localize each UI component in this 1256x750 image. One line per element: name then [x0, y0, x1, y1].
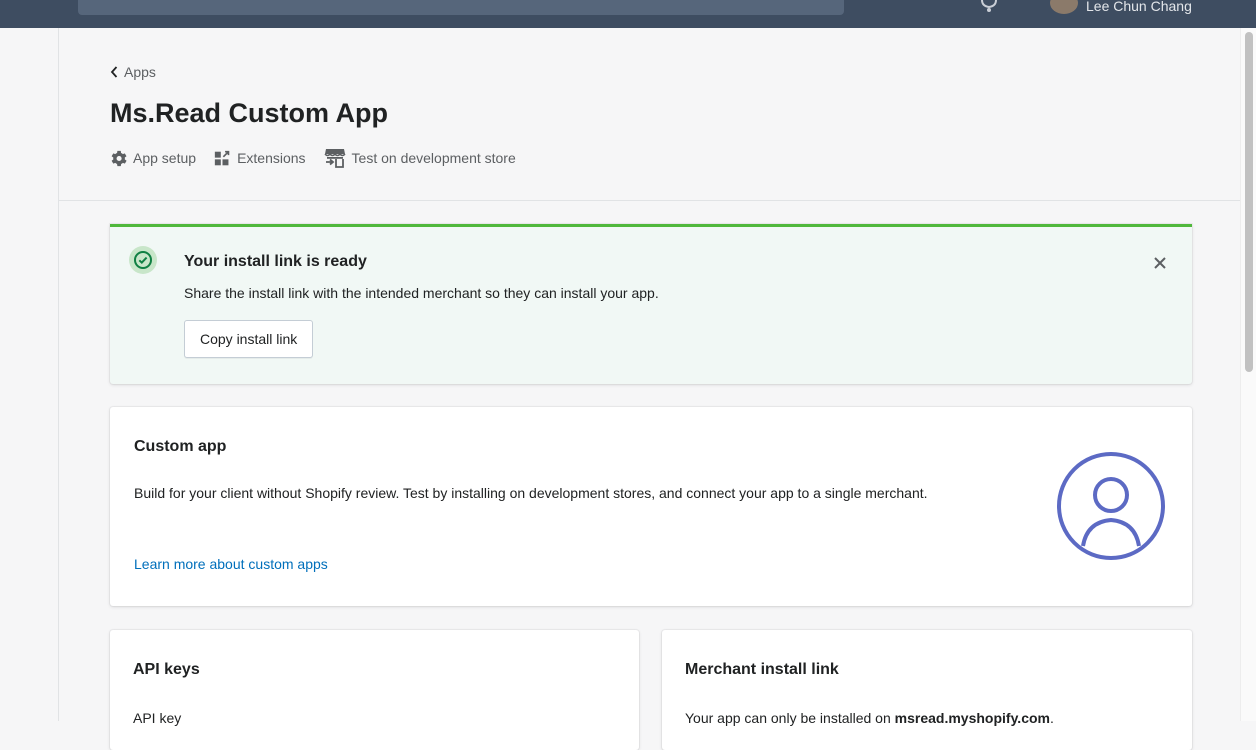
app-setup-label: App setup: [133, 150, 197, 166]
search-bar[interactable]: [78, 0, 844, 15]
header-actions: App setup Extensions Test on development…: [110, 148, 516, 168]
scrollbar-thumb[interactable]: [1245, 32, 1253, 372]
api-keys-card: API keys API key: [110, 630, 639, 750]
custom-app-title: Custom app: [134, 438, 227, 455]
api-keys-title: API keys: [133, 661, 200, 678]
top-bar: Lee Chun Chang: [0, 0, 1256, 28]
custom-app-card: Custom app Build for your client without…: [110, 407, 1192, 606]
left-rail: [0, 28, 59, 721]
learn-more-custom-apps-link[interactable]: Learn more about custom apps: [134, 556, 328, 572]
banner-message: Share the install link with the intended…: [184, 285, 659, 301]
success-banner: Your install link is ready Share the ins…: [110, 224, 1192, 384]
store-domain: msread.myshopify.com: [894, 710, 1050, 726]
user-name[interactable]: Lee Chun Chang: [1086, 0, 1192, 14]
banner-title: Your install link is ready: [184, 253, 367, 270]
close-icon[interactable]: [1150, 253, 1170, 273]
extensions-action[interactable]: Extensions: [214, 150, 306, 167]
breadcrumb-label[interactable]: Apps: [124, 64, 156, 80]
chevron-left-icon: [110, 66, 118, 78]
page-title: Ms.Read Custom App: [110, 98, 389, 128]
avatar[interactable]: [1050, 0, 1078, 14]
custom-app-description: Build for your client without Shopify re…: [134, 485, 928, 501]
gear-icon: [111, 150, 127, 166]
store-icon: [323, 149, 346, 168]
app-setup-action[interactable]: App setup: [110, 150, 196, 167]
extensions-icon: [214, 150, 230, 165]
merchant-install-link-title: Merchant install link: [685, 661, 839, 678]
merchant-install-link-card: Merchant install link Your app can only …: [662, 630, 1192, 750]
copy-install-link-button[interactable]: Copy install link: [184, 320, 314, 358]
notification-bell-icon[interactable]: [978, 0, 1000, 14]
scrollbar[interactable]: [1240, 28, 1256, 721]
merchant-text-prefix: Your app can only be installed on: [685, 710, 895, 726]
merchant-text-suffix: .: [1050, 710, 1054, 726]
test-on-dev-store-label: Test on development store: [351, 150, 516, 166]
extensions-label: Extensions: [237, 150, 306, 166]
checkmark-circle-icon: [129, 246, 157, 274]
user-circle-icon: [1057, 452, 1165, 560]
test-on-dev-store-action[interactable]: Test on development store: [323, 148, 516, 168]
breadcrumb[interactable]: Apps: [110, 64, 156, 80]
merchant-install-text: Your app can only be installed on msread…: [685, 710, 1054, 726]
page-header: Apps Ms.Read Custom App App setup Extens…: [59, 28, 1240, 201]
api-key-label: API key: [133, 710, 182, 726]
